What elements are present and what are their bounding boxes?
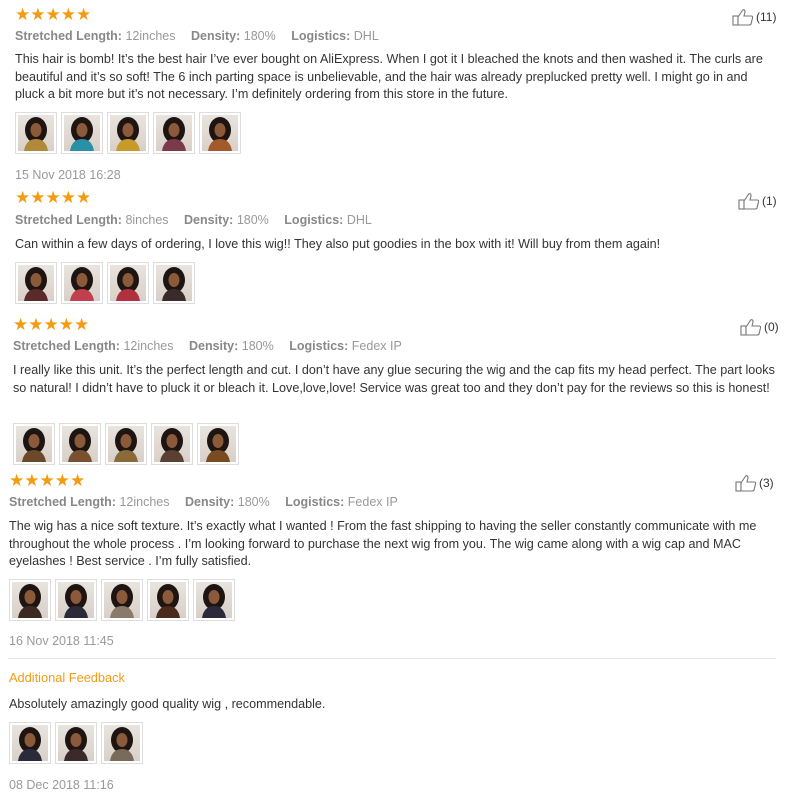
density-label: Density: <box>190 29 241 43</box>
logistics-label: Logistics: <box>289 339 349 353</box>
stretched-length-value: 8inches <box>125 213 169 227</box>
helpful-button[interactable]: (3) <box>735 474 774 492</box>
logistics-value: Fedex IP <box>347 495 398 509</box>
star-rating: ★★★★★ <box>15 5 92 24</box>
review-photo-thumbnail[interactable] <box>61 262 103 304</box>
review-date: 16 Nov 2018 11:45 <box>9 634 114 648</box>
density-label: Density: <box>184 213 234 227</box>
stretched-length-label: Stretched Length: <box>9 495 116 509</box>
additional-feedback-date: 08 Dec 2018 11:16 <box>9 778 114 792</box>
thumbs-up-icon <box>732 8 754 26</box>
review-photo-thumbnail[interactable] <box>9 579 51 621</box>
star-rating: ★★★★★ <box>9 471 86 490</box>
review-attributes: Stretched Length: 8inches Density: 180% … <box>15 212 372 228</box>
thumbs-up-icon <box>738 192 760 210</box>
review-photo-thumbnail[interactable] <box>153 112 195 154</box>
review-text: I really like this unit. It’s the perfec… <box>13 363 775 395</box>
helpful-button[interactable]: (11) <box>732 8 776 26</box>
review-photo-thumbnail[interactable] <box>55 722 97 764</box>
review-date: 15 Nov 2018 16:28 <box>15 168 121 182</box>
logistics-value: DHL <box>353 29 379 43</box>
review-photo-thumbnail[interactable] <box>105 423 147 465</box>
divider <box>8 658 776 659</box>
review-photo-thumbnail[interactable] <box>151 423 193 465</box>
review-attributes: Stretched Length: 12inches Density: 180%… <box>15 28 379 44</box>
star-rating: ★★★★★ <box>15 188 92 207</box>
review-photo-thumbnail[interactable] <box>15 262 57 304</box>
helpful-button[interactable]: (1) <box>738 192 777 210</box>
logistics-label: Logistics: <box>291 29 351 43</box>
review-text: This hair is bomb! It’s the best hair I’… <box>15 52 763 101</box>
review-photos <box>15 262 195 304</box>
density-value: 180% <box>237 495 270 509</box>
logistics-label: Logistics: <box>285 495 345 509</box>
review-attributes: Stretched Length: 12inches Density: 180%… <box>13 338 402 354</box>
additional-feedback-text: Absolutely amazingly good quality wig , … <box>9 697 326 711</box>
helpful-count: (0) <box>764 320 779 334</box>
helpful-count: (1) <box>762 194 777 208</box>
review-photos <box>15 112 241 154</box>
review-text: The wig has a nice soft texture. It’s ex… <box>9 519 757 568</box>
review-photo-thumbnail[interactable] <box>193 579 235 621</box>
stretched-length-label: Stretched Length: <box>15 213 122 227</box>
thumbs-up-icon <box>735 474 757 492</box>
density-value: 180% <box>243 29 276 43</box>
helpful-count: (11) <box>756 10 777 24</box>
logistics-label: Logistics: <box>284 213 344 227</box>
stretched-length-value: 12inches <box>125 29 176 43</box>
density-label: Density: <box>184 495 235 509</box>
review-photo-thumbnail[interactable] <box>107 112 149 154</box>
review-attributes: Stretched Length: 12inches Density: 180%… <box>9 494 398 510</box>
review-photo-thumbnail[interactable] <box>61 112 103 154</box>
review-photo-thumbnail[interactable] <box>55 579 97 621</box>
review-photo-thumbnail[interactable] <box>101 722 143 764</box>
helpful-button[interactable]: (0) <box>740 318 779 336</box>
review-photo-thumbnail[interactable] <box>9 722 51 764</box>
stretched-length-value: 12inches <box>123 339 174 353</box>
density-value: 180% <box>241 339 274 353</box>
additional-feedback-photos <box>9 722 143 764</box>
review-photo-thumbnail[interactable] <box>153 262 195 304</box>
density-value: 180% <box>236 213 269 227</box>
review-photo-thumbnail[interactable] <box>101 579 143 621</box>
review-photo-thumbnail[interactable] <box>13 423 55 465</box>
review-photos <box>9 579 235 621</box>
stretched-length-label: Stretched Length: <box>13 339 120 353</box>
logistics-value: DHL <box>346 213 372 227</box>
review-photo-thumbnail[interactable] <box>199 112 241 154</box>
helpful-count: (3) <box>759 476 774 490</box>
additional-feedback-title: Additional Feedback <box>9 670 125 685</box>
star-rating: ★★★★★ <box>13 315 90 334</box>
thumbs-up-icon <box>740 318 762 336</box>
review-photo-thumbnail[interactable] <box>147 579 189 621</box>
review-photos <box>13 423 239 465</box>
review-photo-thumbnail[interactable] <box>15 112 57 154</box>
stretched-length-value: 12inches <box>119 495 170 509</box>
density-label: Density: <box>188 339 239 353</box>
logistics-value: Fedex IP <box>351 339 402 353</box>
review-text: Can within a few days of ordering, I lov… <box>15 237 661 251</box>
review-photo-thumbnail[interactable] <box>197 423 239 465</box>
review-photo-thumbnail[interactable] <box>107 262 149 304</box>
review-photo-thumbnail[interactable] <box>59 423 101 465</box>
stretched-length-label: Stretched Length: <box>15 29 122 43</box>
